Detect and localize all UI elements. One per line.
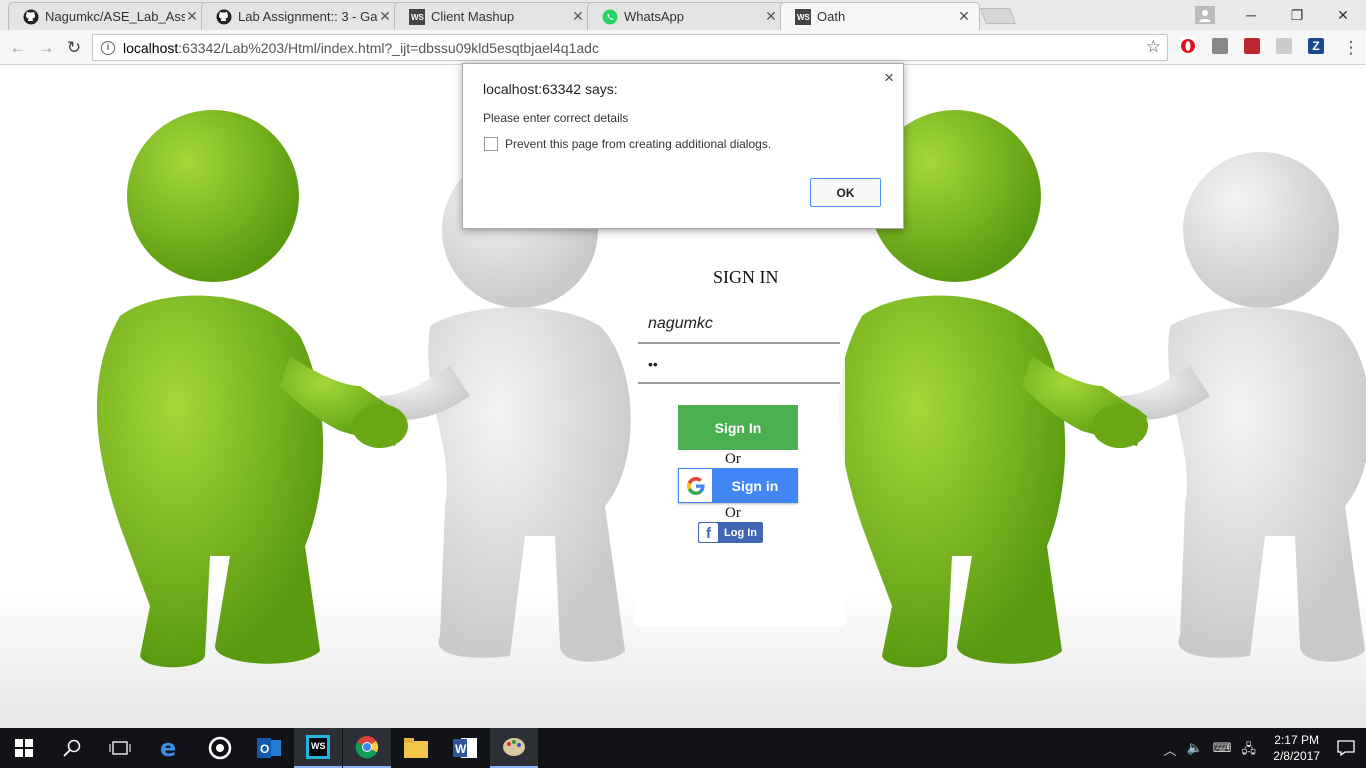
facebook-login-button[interactable]: f Log In [698,522,763,543]
file-explorer-icon[interactable] [392,728,440,768]
search-icon[interactable] [48,728,96,768]
webstorm-taskbar-icon[interactable]: WS [294,728,342,768]
svg-text:O: O [260,742,269,756]
google-logo-icon [679,469,712,502]
dialog-title: localhost:63342 says: [483,81,618,97]
svg-text:WS: WS [411,13,425,22]
tab-oath[interactable]: WS Oath ✕ [780,2,980,30]
task-view-icon[interactable] [96,728,144,768]
clock-date: 2/8/2017 [1273,749,1320,763]
word-icon[interactable]: W [441,728,489,768]
tab-whatsapp[interactable]: WhatsApp ✕ [587,2,787,30]
tab-close-icon[interactable]: ✕ [185,8,199,25]
edge-icon[interactable]: e [146,728,194,768]
signin-heading: SIGN IN [713,267,779,287]
tab-close-icon[interactable]: ✕ [378,8,392,25]
webstorm-icon: WS [795,8,811,25]
url-host: localhost [123,39,179,56]
opera-icon[interactable] [1180,38,1196,54]
tab-close-icon[interactable]: ✕ [764,8,778,25]
username-input[interactable]: nagumkc [638,306,840,344]
facebook-login-label: Log In [724,526,757,539]
info-icon[interactable]: i [101,40,115,55]
restore-icon[interactable]: ❐ [1274,0,1320,30]
tab-title: Oath [817,9,846,24]
tab-github-ase-lab[interactable]: Nagumkc/ASE_Lab_Assig ✕ [8,2,208,30]
signin-button[interactable]: Sign In [678,405,798,450]
minimize-icon[interactable]: ─ [1228,0,1274,30]
github-icon [23,9,39,25]
network-icon[interactable]: 🖧 [1242,740,1257,762]
keyboard-icon[interactable]: ⌨ [1213,740,1232,762]
address-bar[interactable]: i localhost:63342/Lab%203/Html/index.htm… [92,34,1168,61]
svg-text:e: e [160,736,176,760]
clock-time: 2:17 PM [1274,733,1319,747]
dialog-message: Please enter correct details [483,111,629,125]
bookmark-star-icon[interactable]: ☆ [1146,37,1161,57]
whatsapp-icon [602,9,618,25]
zotero-icon[interactable]: Z [1308,38,1324,54]
show-hidden-icons-icon[interactable]: ︿ [1164,740,1177,762]
tab-client-mashup[interactable]: WS Client Mashup ✕ [394,2,594,30]
windows-start-icon[interactable] [0,728,48,768]
github-icon [216,9,232,25]
close-window-icon[interactable]: ✕ [1320,0,1366,30]
dialog-close-icon[interactable]: × [884,68,894,88]
outlook-icon[interactable]: O [245,728,293,768]
tab-close-icon[interactable]: ✕ [957,8,971,25]
menu-icon[interactable]: ⋮ [1340,37,1362,59]
reload-icon[interactable]: ↻ [63,37,85,59]
password-input[interactable]: •• [638,346,840,384]
extension-icon[interactable] [1212,38,1228,54]
pdf-icon[interactable] [1276,38,1292,54]
url-path: :63342/Lab%203/Html/index.html?_ijt=dbss… [178,39,599,56]
google-signin-label: Sign in [731,477,779,494]
svg-text:WS: WS [311,741,326,751]
system-tray: ︿ 🔈 ⌨ 🖧 [1164,740,1256,762]
taskbar-clock[interactable]: 2:17 PM 2/8/2017 [1273,732,1320,764]
notifications-icon[interactable] [1326,728,1366,768]
back-icon[interactable]: ← [7,37,29,59]
taskbar: e O WS W ︿ 🔈 ⌨ 🖧 2:17 PM 2/8/2017 [0,728,1366,768]
tab-title: Nagumkc/ASE_Lab_Assig [45,9,185,24]
groove-music-icon[interactable] [196,728,244,768]
tab-strip: Nagumkc/ASE_Lab_Assig ✕ Lab Assignment::… [0,0,1366,30]
forward-icon[interactable]: → [35,37,57,59]
or-separator: Or [725,451,741,467]
browser-toolbar: ← → ↻ i localhost:63342/Lab%203/Html/ind… [0,30,1366,65]
or-separator: Or [725,505,741,521]
volume-icon[interactable]: 🔈 [1187,740,1203,762]
facebook-logo-icon: f [699,523,718,542]
svg-text:WS: WS [797,13,811,22]
chrome-icon[interactable] [343,728,391,768]
paint-icon[interactable] [490,728,538,768]
profile-icon[interactable] [1182,0,1228,30]
tab-title: Client Mashup [431,9,515,24]
bookmark-extension-icon[interactable] [1244,38,1260,54]
alert-dialog: localhost:63342 says: × Please enter cor… [462,63,904,229]
dialog-ok-button[interactable]: OK [810,178,881,207]
tab-title: Lab Assignment:: 3 - Gay [238,9,378,24]
window-controls: ─ ❐ ✕ [1182,0,1366,30]
tab-close-icon[interactable]: ✕ [571,8,585,25]
prevent-dialogs-label[interactable]: Prevent this page from creating addition… [505,137,771,151]
prevent-dialogs-checkbox[interactable] [484,137,498,151]
tab-github-lab-assignment[interactable]: Lab Assignment:: 3 - Gay ✕ [201,2,401,30]
google-signin-button[interactable]: Sign in [678,468,798,503]
new-tab-button[interactable] [980,8,1016,24]
webstorm-icon: WS [409,8,425,25]
tab-title: WhatsApp [624,9,684,24]
svg-text:W: W [455,742,467,756]
